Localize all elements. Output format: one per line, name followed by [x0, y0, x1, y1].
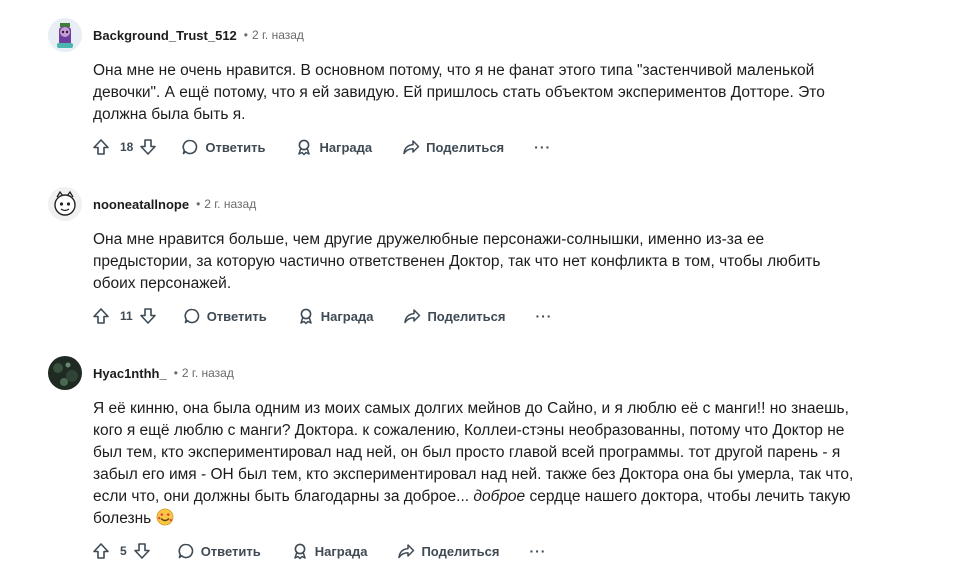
separator-dot: • [196, 197, 201, 211]
downvote-arrow-icon[interactable] [133, 542, 151, 560]
downvote-arrow-icon[interactable] [139, 307, 157, 325]
vote-controls: 18 [92, 138, 157, 156]
comment-meta: Hyac1nthh_ • 2 г. назад [48, 356, 234, 390]
more-options-button[interactable]: ··· [529, 543, 546, 559]
comment-italic-text: доброе [473, 488, 526, 505]
award-label: Награда [319, 139, 373, 155]
reply-label: Ответить [205, 139, 266, 155]
reply-button[interactable]: Ответить [177, 542, 261, 560]
downvote-arrow-icon[interactable] [139, 138, 157, 156]
comment-body: Она мне не очень нравится. В основном по… [93, 60, 863, 126]
share-button[interactable]: Поделиться [402, 138, 504, 156]
comment-meta: nooneatallnope • 2 г. назад [48, 187, 256, 221]
separator-dot: • [173, 366, 178, 380]
comment-text-line: Она мне не очень нравится. В основном по… [93, 62, 815, 79]
share-arrow-icon [403, 140, 420, 155]
username[interactable]: Hyac1nthh_ [93, 366, 167, 381]
share-arrow-icon [398, 544, 415, 559]
share-label: Поделиться [421, 543, 500, 559]
upvote-arrow-icon[interactable] [92, 307, 110, 325]
award-label: Награда [314, 543, 368, 559]
award-ribbon-icon [300, 308, 312, 325]
comment-body: Я её кинню, она была одним из моих самых… [93, 398, 873, 533]
comment-text-line: болезнь [93, 508, 873, 533]
comment-text-line: если что, они должны быть благодарны за … [93, 486, 873, 508]
username[interactable]: nooneatallnope [93, 197, 189, 212]
share-button[interactable]: Поделиться [403, 307, 505, 325]
comment-actions: 11 Ответить Награда Поделиться ··· [92, 304, 552, 328]
comment-text-segment: болезнь [93, 510, 152, 527]
separator-dot: • [243, 28, 248, 42]
share-button[interactable]: Поделиться [397, 542, 499, 560]
award-button[interactable]: Награда [297, 307, 374, 325]
comment-text-line: обоих персонажей. [93, 275, 232, 292]
share-label: Поделиться [427, 308, 506, 324]
comment-actions: 18 Ответить Награда Поделиться ··· [92, 135, 551, 159]
award-ribbon-icon [298, 139, 311, 156]
comment-bubble-icon [182, 139, 198, 155]
upvote-arrow-icon[interactable] [92, 138, 110, 156]
comment-text-line: забыл его имя - ОН был тем, кто эксперим… [93, 466, 854, 483]
more-options-button[interactable]: ··· [535, 308, 552, 324]
comment-meta: Background_Trust_512 • 2 г. назад [48, 18, 304, 52]
award-button[interactable]: Награда [291, 542, 368, 560]
comment-text-line: был тем, кто экспериментировал над ней, … [93, 444, 841, 461]
comment-actions: 5 Ответить Награда Поделиться ··· [92, 539, 546, 563]
avatar[interactable] [48, 187, 82, 221]
comment-text-segment: сердце нашего доктора, чтобы лечить таку… [525, 488, 851, 505]
comment-text-line: девочки". А ещё потому, что я ей завидую… [93, 84, 825, 101]
comment-body: Она мне нравится больше, чем другие друж… [93, 229, 863, 295]
share-arrow-icon [404, 309, 421, 324]
comment-text-line: должна была быть я. [93, 106, 246, 123]
share-label: Поделиться [426, 139, 505, 155]
comment-bubble-icon [178, 543, 193, 559]
vote-count: 11 [120, 309, 133, 323]
reply-label: Ответить [200, 543, 261, 559]
vote-count: 5 [120, 544, 127, 558]
avatar[interactable] [48, 356, 82, 390]
timestamp[interactable]: 2 г. назад [204, 197, 256, 211]
timestamp[interactable]: 2 г. назад [182, 366, 234, 380]
upvote-arrow-icon[interactable] [92, 542, 110, 560]
vote-controls: 11 [92, 307, 157, 325]
username[interactable]: Background_Trust_512 [93, 28, 237, 43]
reply-button[interactable]: Ответить [183, 307, 267, 325]
comment-text-line: предыстории, за которую частично ответст… [93, 253, 821, 270]
award-button[interactable]: Награда [295, 138, 372, 156]
comment-bubble-icon [184, 308, 199, 324]
comment-text-line: Она мне нравится больше, чем другие друж… [93, 231, 765, 248]
reply-button[interactable]: Ответить [181, 138, 265, 156]
comment-text-segment: если что, они должны быть благодарны за … [93, 488, 474, 505]
comment-text-line: Я её кинню, она была одним из моих самых… [93, 400, 849, 417]
vote-count: 18 [120, 140, 134, 154]
avatar[interactable] [48, 18, 82, 52]
comment-text-line: кого я ещё люблю с манги? Доктора. к сож… [93, 422, 845, 439]
smiling-face-hearts-emoji-icon [156, 508, 174, 533]
vote-controls: 5 [92, 542, 151, 560]
award-label: Награда [320, 308, 374, 324]
reply-label: Ответить [206, 308, 267, 324]
award-ribbon-icon [294, 543, 306, 560]
timestamp[interactable]: 2 г. назад [252, 28, 304, 42]
more-options-button[interactable]: ··· [534, 139, 551, 155]
